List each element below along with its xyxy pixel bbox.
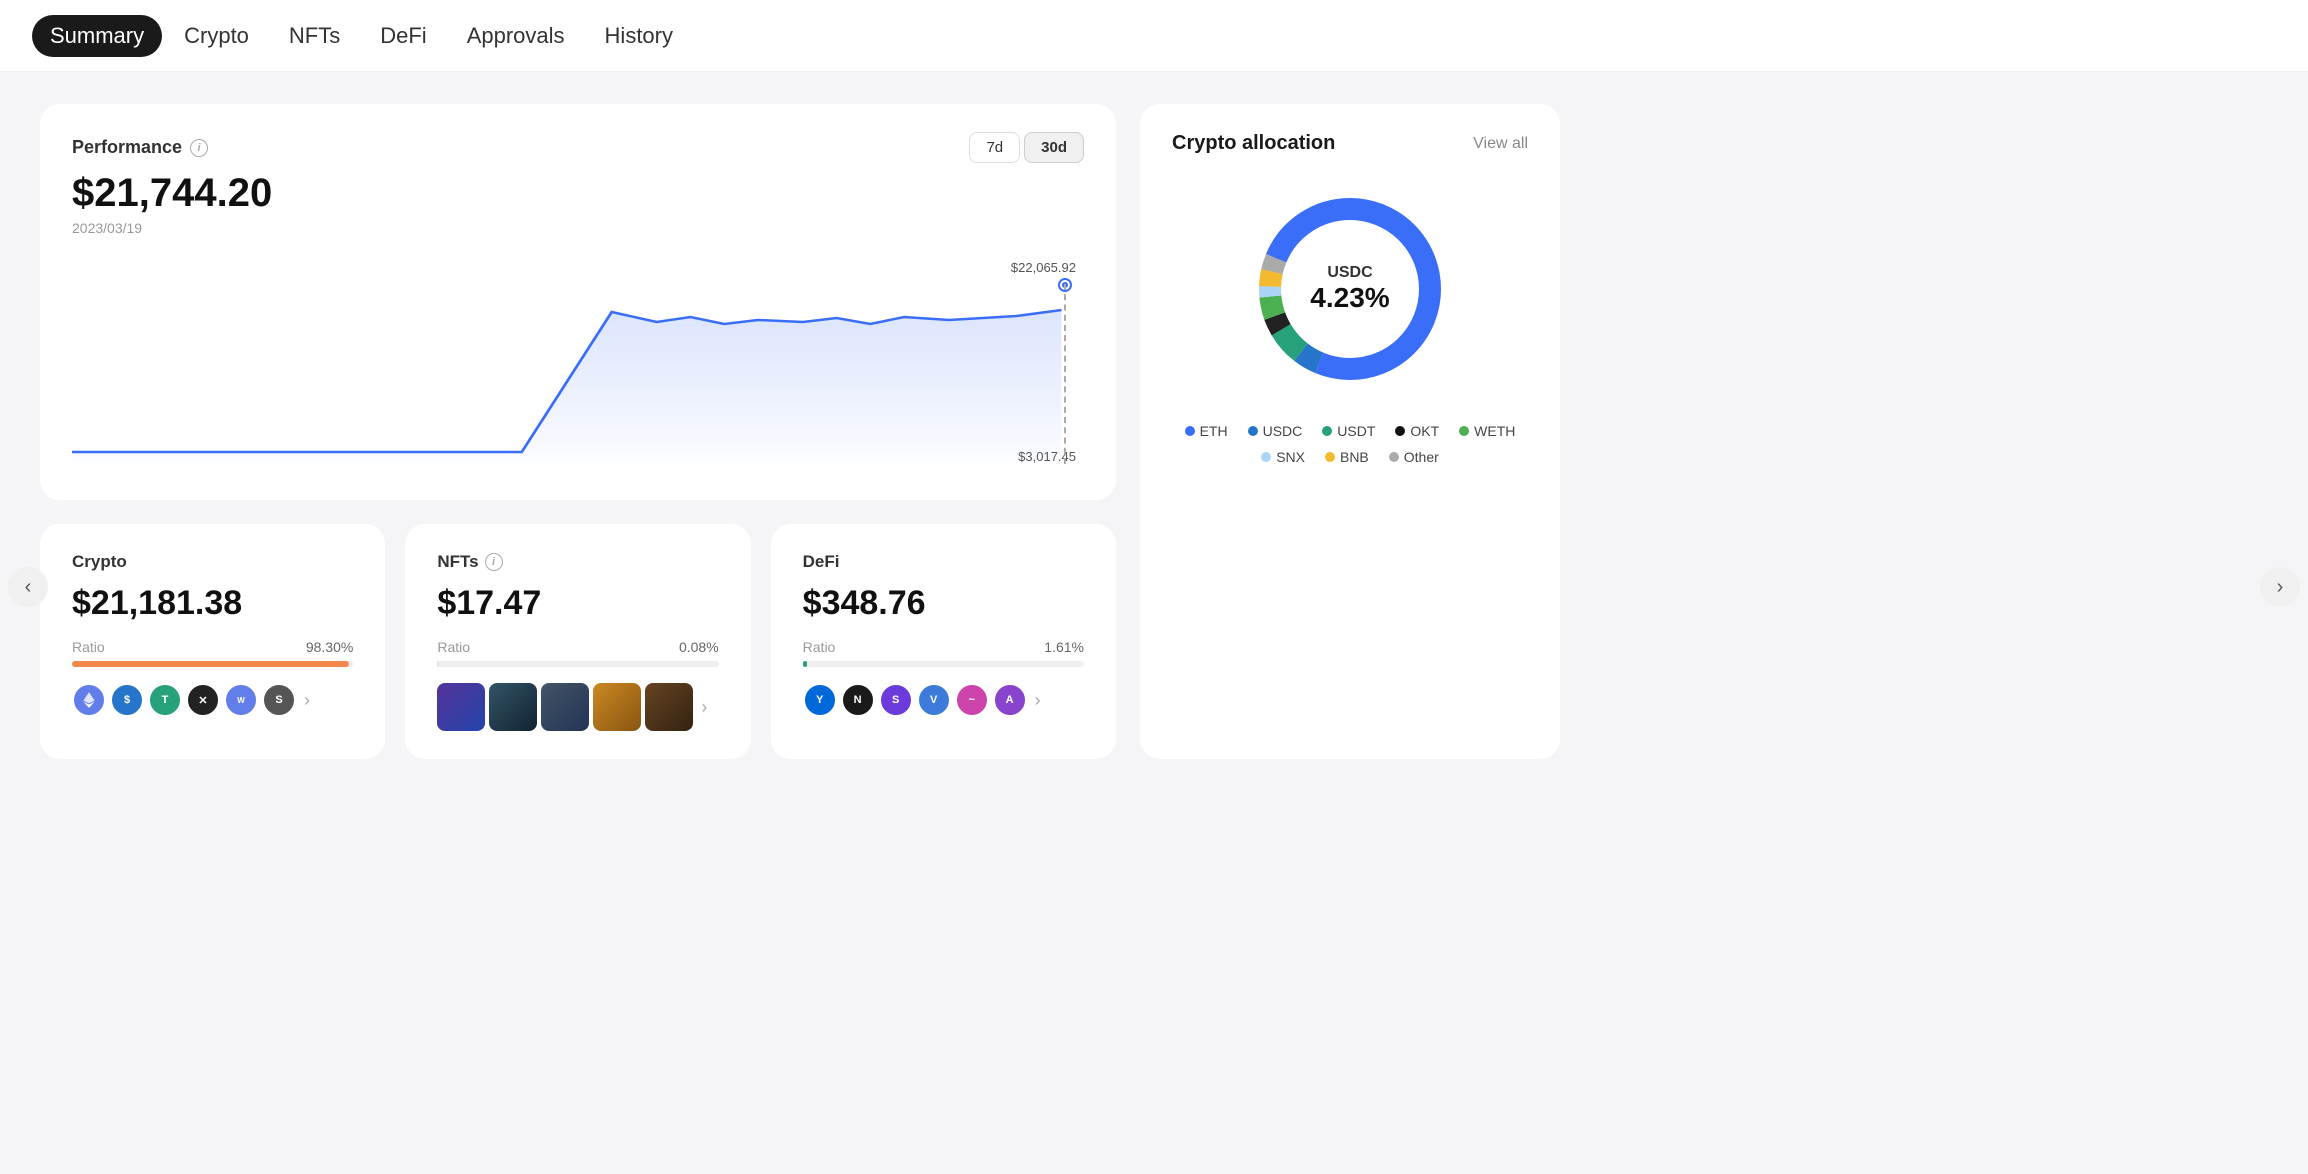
nav-item-nfts[interactable]: NFTs <box>271 15 358 57</box>
crypto-ratio-row: Ratio 98.30% <box>72 639 353 655</box>
performance-chart: $22,065.92 $3,017.45 <box>72 252 1084 472</box>
usdt-dot <box>1322 426 1332 436</box>
okt-dot <box>1395 426 1405 436</box>
crypto-summary-card: Crypto $21,181.38 Ratio 98.30% $ T ✕ W <box>40 524 385 759</box>
nav-item-history[interactable]: History <box>587 15 691 57</box>
donut-center-pct: 4.23% <box>1310 282 1389 314</box>
performance-info-icon[interactable]: i <box>190 139 208 157</box>
chart-vertical-line <box>1064 284 1066 464</box>
weth-dot <box>1459 426 1469 436</box>
legend-bnb: BNB <box>1325 449 1369 465</box>
outer-prev-button[interactable]: ‹ <box>8 567 48 607</box>
weth-token-icon: W <box>224 683 258 717</box>
top-navigation: Summary Crypto NFTs DeFi Approvals Histo… <box>0 0 2308 72</box>
nfts-card-amount: $17.47 <box>437 584 718 623</box>
allocation-header: Crypto allocation View all <box>1172 132 1528 155</box>
crypto-progress-fill <box>72 661 349 667</box>
donut-center: USDC 4.23% <box>1310 264 1389 314</box>
nav-item-defi[interactable]: DeFi <box>362 15 444 57</box>
performance-date: 2023/03/19 <box>72 220 1084 236</box>
legend-usdt: USDT <box>1322 423 1375 439</box>
crypto-tokens-arrow[interactable]: › <box>300 686 314 715</box>
eth-token-icon <box>72 683 106 717</box>
nfts-ratio-row: Ratio 0.08% <box>437 639 718 655</box>
crypto-token-icons: $ T ✕ W S › <box>72 683 353 717</box>
chart-high-label: $22,065.92 <box>1011 260 1076 275</box>
allocation-card: Crypto allocation View all <box>1140 104 1560 759</box>
chart-low-label: $3,017.45 <box>1018 449 1076 464</box>
bottom-cards: Crypto $21,181.38 Ratio 98.30% $ T ✕ W <box>40 524 1116 759</box>
snx-token-icon: S <box>262 683 296 717</box>
legend-weth: WETH <box>1459 423 1515 439</box>
nav-item-summary[interactable]: Summary <box>32 15 162 57</box>
nft-thumb-2 <box>489 683 537 731</box>
performance-title: Performance i <box>72 137 208 158</box>
defi-ratio-pct: 1.61% <box>1044 639 1084 655</box>
legend-eth: ETH <box>1185 423 1228 439</box>
defi-token-5: ~ <box>955 683 989 717</box>
nfts-card-title: NFTs i <box>437 552 718 572</box>
nfts-info-icon[interactable]: i <box>485 553 503 571</box>
defi-token-6: A <box>993 683 1027 717</box>
performance-amount: $21,744.20 <box>72 171 1084 216</box>
defi-card-amount: $348.76 <box>803 584 1084 623</box>
donut-chart: USDC 4.23% <box>1240 179 1460 399</box>
crypto-ratio-pct: 98.30% <box>306 639 353 655</box>
defi-token-icons: Y N S V ~ A › <box>803 683 1084 717</box>
crypto-progress-bg <box>72 661 353 667</box>
30d-button[interactable]: 30d <box>1024 132 1084 163</box>
defi-token-4: V <box>917 683 951 717</box>
defi-progress-fill <box>803 661 808 667</box>
snx-dot <box>1261 452 1271 462</box>
nfts-ratio-pct: 0.08% <box>679 639 719 655</box>
donut-center-label: USDC <box>1310 264 1389 282</box>
defi-token-3: S <box>879 683 913 717</box>
legend-snx: SNX <box>1261 449 1305 465</box>
okt-token-icon: ✕ <box>186 683 220 717</box>
defi-token-2: N <box>841 683 875 717</box>
bnb-dot <box>1325 452 1335 462</box>
crypto-card-title: Crypto <box>72 552 353 572</box>
nav-item-crypto[interactable]: Crypto <box>166 15 267 57</box>
usdc-dot <box>1248 426 1258 436</box>
defi-summary-card: DeFi $348.76 Ratio 1.61% Y N S V ~ A › <box>771 524 1116 759</box>
other-dot <box>1389 452 1399 462</box>
chart-svg <box>72 252 1084 472</box>
nfts-summary-card: NFTs i $17.47 Ratio 0.08% › <box>405 524 750 759</box>
usdt-token-icon: T <box>148 683 182 717</box>
usdc-token-icon: $ <box>110 683 144 717</box>
main-content: Performance i 7d 30d $21,744.20 2023/03/… <box>0 72 1600 791</box>
eth-dot <box>1185 426 1195 436</box>
view-all-button[interactable]: View all <box>1473 135 1528 153</box>
donut-wrapper: USDC 4.23% <box>1172 179 1528 399</box>
nft-thumb-4 <box>593 683 641 731</box>
7d-button[interactable]: 7d <box>969 132 1020 163</box>
performance-card: Performance i 7d 30d $21,744.20 2023/03/… <box>40 104 1116 500</box>
nft-thumb-5 <box>645 683 693 731</box>
legend-other: Other <box>1389 449 1439 465</box>
defi-tokens-arrow[interactable]: › <box>1031 686 1045 715</box>
defi-ratio-row: Ratio 1.61% <box>803 639 1084 655</box>
outer-next-button[interactable]: › <box>2260 567 2300 607</box>
nft-thumbnails: › <box>437 683 718 731</box>
nft-thumb-3 <box>541 683 589 731</box>
nfts-arrow[interactable]: › <box>697 683 711 731</box>
nav-item-approvals[interactable]: Approvals <box>449 15 583 57</box>
time-buttons: 7d 30d <box>969 132 1084 163</box>
allocation-title: Crypto allocation <box>1172 132 1335 155</box>
nft-thumb-1 <box>437 683 485 731</box>
allocation-legend: ETH USDC USDT OKT WETH SNX <box>1172 423 1528 465</box>
defi-progress-bg <box>803 661 1084 667</box>
legend-okt: OKT <box>1395 423 1439 439</box>
defi-token-1: Y <box>803 683 837 717</box>
defi-card-title: DeFi <box>803 552 1084 572</box>
crypto-card-amount: $21,181.38 <box>72 584 353 623</box>
nfts-progress-bg <box>437 661 718 667</box>
legend-usdc: USDC <box>1248 423 1303 439</box>
